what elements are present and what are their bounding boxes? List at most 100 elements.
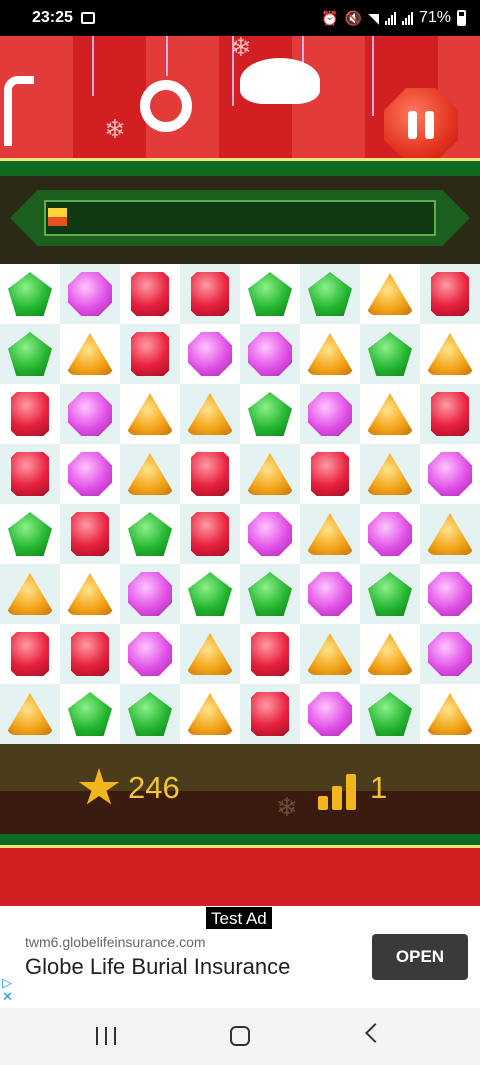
board-cell[interactable] [0,624,60,684]
orange-gem-icon[interactable] [127,393,173,435]
green-gem-icon[interactable] [368,332,412,376]
red-gem-icon[interactable] [311,452,349,496]
board-cell[interactable] [420,444,480,504]
orange-gem-icon[interactable] [127,453,173,495]
green-gem-icon[interactable] [68,692,112,736]
orange-gem-icon[interactable] [67,573,113,615]
purple-gem-icon[interactable] [308,572,352,616]
board-cell[interactable] [240,624,300,684]
red-gem-icon[interactable] [251,692,289,736]
purple-gem-icon[interactable] [428,572,472,616]
board-cell[interactable] [360,624,420,684]
orange-gem-icon[interactable] [7,573,53,615]
board-cell[interactable] [300,384,360,444]
green-gem-icon[interactable] [128,512,172,556]
board-cell[interactable] [360,264,420,324]
ad-url[interactable]: twm6.globelifeinsurance.com [25,934,206,950]
board-cell[interactable] [0,384,60,444]
board-cell[interactable] [60,324,120,384]
board-cell[interactable] [360,684,420,744]
board-cell[interactable] [300,684,360,744]
green-gem-icon[interactable] [188,572,232,616]
board-cell[interactable] [180,624,240,684]
green-gem-icon[interactable] [128,692,172,736]
green-gem-icon[interactable] [308,272,352,316]
purple-gem-icon[interactable] [248,512,292,556]
board-cell[interactable] [120,444,180,504]
board-cell[interactable] [360,504,420,564]
board-cell[interactable] [60,444,120,504]
red-gem-icon[interactable] [191,452,229,496]
orange-gem-icon[interactable] [247,453,293,495]
board-cell[interactable] [180,684,240,744]
board-cell[interactable] [300,264,360,324]
board-cell[interactable] [180,504,240,564]
green-gem-icon[interactable] [8,272,52,316]
purple-gem-icon[interactable] [428,632,472,676]
purple-gem-icon[interactable] [68,272,112,316]
board-cell[interactable] [420,564,480,624]
red-gem-icon[interactable] [131,332,169,376]
purple-gem-icon[interactable] [368,512,412,556]
ad-banner[interactable]: Test Ad twm6.globelifeinsurance.com Glob… [0,906,480,1008]
purple-gem-icon[interactable] [188,332,232,376]
orange-gem-icon[interactable] [67,333,113,375]
orange-gem-icon[interactable] [427,333,473,375]
board-cell[interactable] [420,624,480,684]
purple-gem-icon[interactable] [428,452,472,496]
board-cell[interactable] [180,564,240,624]
purple-gem-icon[interactable] [308,692,352,736]
board-cell[interactable] [240,324,300,384]
board-cell[interactable] [60,564,120,624]
board-cell[interactable] [120,324,180,384]
board-cell[interactable] [60,504,120,564]
board-cell[interactable] [0,264,60,324]
board-cell[interactable] [360,564,420,624]
board-cell[interactable] [0,684,60,744]
purple-gem-icon[interactable] [248,332,292,376]
recent-apps-icon[interactable] [96,1027,116,1045]
orange-gem-icon[interactable] [307,633,353,675]
board-cell[interactable] [0,504,60,564]
orange-gem-icon[interactable] [427,513,473,555]
board-cell[interactable] [240,264,300,324]
board-cell[interactable] [420,264,480,324]
board-cell[interactable] [360,444,420,504]
green-gem-icon[interactable] [368,692,412,736]
red-gem-icon[interactable] [131,272,169,316]
board-cell[interactable] [300,564,360,624]
green-gem-icon[interactable] [368,572,412,616]
purple-gem-icon[interactable] [128,572,172,616]
orange-gem-icon[interactable] [367,393,413,435]
board-cell[interactable] [240,504,300,564]
green-gem-icon[interactable] [8,512,52,556]
orange-gem-icon[interactable] [367,633,413,675]
board-cell[interactable] [120,564,180,624]
board-cell[interactable] [420,324,480,384]
ad-title[interactable]: Globe Life Burial Insurance [25,954,290,980]
purple-gem-icon[interactable] [308,392,352,436]
board-cell[interactable] [300,444,360,504]
board-cell[interactable] [60,624,120,684]
board-cell[interactable] [180,324,240,384]
board-cell[interactable] [240,444,300,504]
board-cell[interactable] [180,264,240,324]
red-gem-icon[interactable] [11,452,49,496]
board-cell[interactable] [0,324,60,384]
board-cell[interactable] [120,384,180,444]
green-gem-icon[interactable] [248,572,292,616]
orange-gem-icon[interactable] [307,333,353,375]
board-cell[interactable] [180,444,240,504]
red-gem-icon[interactable] [431,392,469,436]
board-cell[interactable] [120,624,180,684]
orange-gem-icon[interactable] [187,693,233,735]
board-cell[interactable] [120,264,180,324]
purple-gem-icon[interactable] [128,632,172,676]
orange-gem-icon[interactable] [187,393,233,435]
board-cell[interactable] [240,384,300,444]
board-cell[interactable] [300,324,360,384]
board-cell[interactable] [60,264,120,324]
board-cell[interactable] [420,504,480,564]
board-cell[interactable] [120,504,180,564]
red-gem-icon[interactable] [191,512,229,556]
